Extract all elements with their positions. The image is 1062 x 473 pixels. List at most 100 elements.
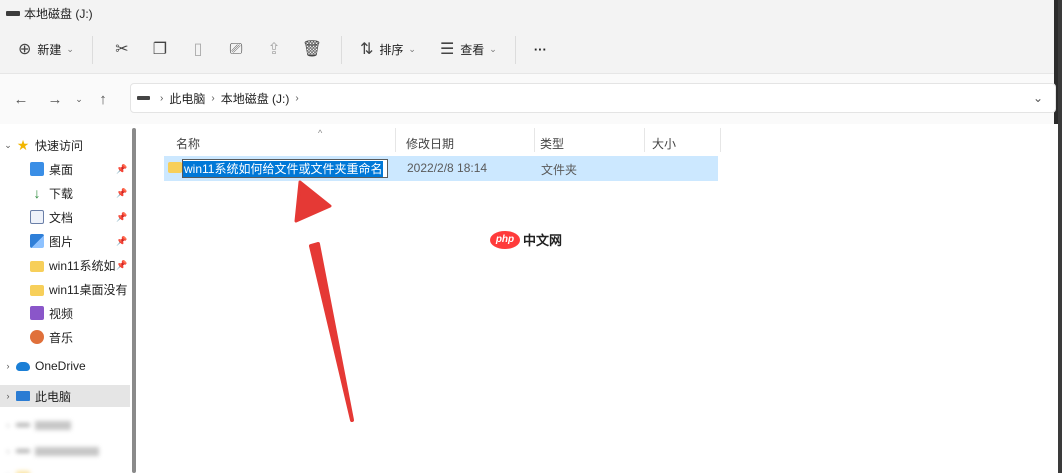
drive-icon [137,96,150,100]
sort-icon: ⇅ [359,40,374,58]
column-name-label: 名称 [176,136,201,151]
toolbar-divider [91,35,93,64]
chevron-down-icon: ⌄ [489,44,497,54]
column-type-label: 类型 [540,136,565,151]
view-button[interactable]: ☰ 查看 ⌄ [432,34,505,66]
new-button[interactable]: ⊕ 新建 ⌄ [10,34,82,66]
column-divider[interactable] [720,128,721,152]
sidebar-item-music[interactable]: 音乐 [0,326,130,348]
arrow-up-icon: ↑ [99,90,107,108]
recent-locations-button[interactable]: ⌄ [70,84,88,114]
view-list-icon: ☰ [439,40,455,58]
share-button[interactable]: ⇪ [255,34,293,66]
arrow-right-icon: → [47,90,63,108]
php-logo: php [490,230,520,249]
sidebar-item-blurred-drive[interactable]: › [0,440,130,462]
column-header-name[interactable]: ^ 名称 [176,128,396,156]
back-button[interactable]: ← [6,84,36,114]
column-divider[interactable] [534,128,535,152]
copy-button[interactable]: ❐ [141,34,179,66]
more-options-button[interactable]: ··· [526,34,555,66]
column-divider[interactable] [395,128,396,152]
chevron-right-icon: › [6,446,10,456]
chevron-right-icon[interactable]: › [295,93,298,104]
rename-icon: ⎚ [229,40,243,58]
sidebar-item-pictures[interactable]: 图片 📌 [0,230,130,252]
delete-button[interactable]: 🗑 [293,34,331,66]
window-title: 本地磁盘 (J:) [24,6,93,21]
sidebar-item-onedrive[interactable]: › OneDrive [0,355,130,377]
music-icon [30,330,44,344]
watermark-text: 中文网 [523,233,563,248]
pin-icon: 📌 [116,163,128,174]
onedrive-cloud-icon [16,361,30,371]
chevron-down-icon: ⌄ [75,93,83,104]
chevron-right-icon[interactable]: › [211,93,214,104]
sidebar-item-label: 图片 [49,234,74,249]
breadcrumb-this-pc[interactable]: 此电脑 [169,90,205,107]
file-list: ^ 名称 修改日期 类型 大小 win11系统如何给文件或文件夹重命名 2022… [140,124,1058,473]
paste-icon: ▯ [193,40,203,58]
paste-button[interactable]: ▯ [179,34,217,66]
desktop-icon [30,162,44,176]
copy-icon: ❐ [152,40,168,58]
address-history-dropdown[interactable]: ⌄ [1033,91,1043,105]
drive-icon [6,10,20,16]
column-header-modified[interactable]: 修改日期 [406,130,534,156]
computer-icon [16,391,30,401]
chevron-right-icon[interactable]: › [0,361,16,371]
rename-input[interactable]: win11系统如何给文件或文件夹重命名 [182,159,388,178]
plus-circle-icon: ⊕ [18,40,32,58]
scissors-icon: ✂ [115,40,129,58]
file-modified-date: 2022/2/8 18:14 [407,161,488,175]
folder-icon [30,260,44,272]
watermark: php 中文网 [490,230,562,249]
breadcrumb-drive-j[interactable]: 本地磁盘 (J:) [221,90,290,107]
video-icon [30,306,44,320]
pin-icon: 📌 [116,259,128,270]
sort-ascending-icon: ^ [318,128,323,138]
sidebar-item-quick-access[interactable]: ⌄ ★ 快速访问 [0,134,130,156]
drive-icon [16,423,30,427]
sidebar-item-label: 快速访问 [35,138,84,153]
rename-input-text[interactable]: win11系统如何给文件或文件夹重命名 [183,160,384,177]
forward-button[interactable]: → [40,84,70,114]
navigation-pane: ⌄ ★ 快速访问 桌面 📌 ↓ 下载 📌 文档 📌 图片 📌 win11系统如 [0,124,138,473]
up-button[interactable]: ↑ [88,84,118,114]
sidebar-scrollbar[interactable] [132,128,136,473]
sidebar-item-documents[interactable]: 文档 📌 [0,206,130,228]
sidebar-item-blurred-drive[interactable]: › [0,414,130,436]
rename-button[interactable]: ⎚ [217,34,255,66]
sidebar-item-label: win11桌面没有 [49,282,128,297]
chevron-right-icon: › [6,420,10,430]
chevron-right-icon: › [160,92,164,104]
sidebar-item-folder-win11-rename[interactable]: win11系统如 📌 [0,254,130,276]
column-header-type[interactable]: 类型 [540,130,640,156]
sidebar-item-blurred-folder[interactable]: › [0,464,130,473]
chevron-right-icon[interactable]: › [0,391,16,401]
column-header-size[interactable]: 大小 [652,130,712,156]
file-type: 文件夹 [541,163,578,177]
sort-button-label: 排序 [379,43,404,57]
sidebar-item-desktop[interactable]: 桌面 📌 [0,158,130,180]
file-row[interactable]: win11系统如何给文件或文件夹重命名 2022/2/8 18:14 文件夹 [164,156,718,181]
download-icon: ↓ [33,185,41,201]
sidebar-item-folder-win11-desktop[interactable]: win11桌面没有 [0,278,130,300]
chevron-down-icon: ⌄ [408,44,416,54]
sidebar-item-videos[interactable]: 视频 [0,302,130,324]
column-divider[interactable] [644,128,645,152]
address-bar[interactable]: › 此电脑 › 本地磁盘 (J:) › ⌄ [130,83,1056,113]
chevron-down-icon[interactable]: ⌄ [0,140,16,151]
command-bar: ⊕ 新建 ⌄ ✂ ❐ ▯ ⎚ ⇪ 🗑 ⇅ 排序 ⌄ ☰ 查看 ⌄ ··· [0,26,1054,74]
sidebar-item-label: win11系统如 [49,258,116,273]
sidebar-item-label: 此电脑 [35,389,72,404]
arrow-left-icon: ← [13,90,29,108]
sidebar-item-this-pc[interactable]: › 此电脑 [0,385,130,407]
document-icon [30,210,44,224]
title-bar: 本地磁盘 (J:) [0,0,1054,26]
sidebar-item-downloads[interactable]: ↓ 下载 📌 [0,182,130,204]
cut-button[interactable]: ✂ [103,34,141,66]
sidebar-item-label: 音乐 [49,330,74,345]
sort-button[interactable]: ⇅ 排序 ⌄ [352,34,424,66]
drive-icon [16,449,30,453]
